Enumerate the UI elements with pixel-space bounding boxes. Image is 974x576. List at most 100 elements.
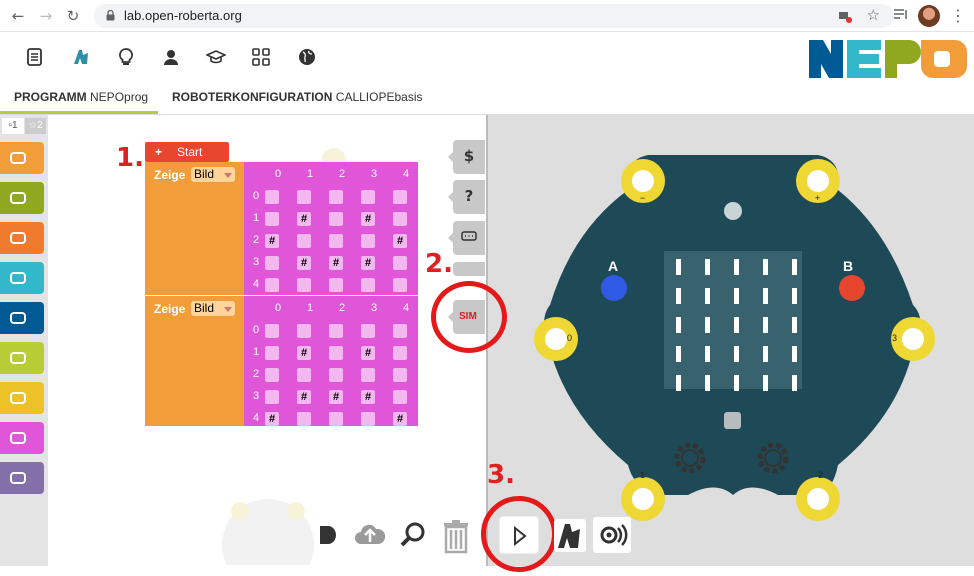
image-pixel-cell[interactable] [329, 412, 343, 426]
back-icon[interactable]: ← [8, 6, 28, 26]
image-pixel-cell[interactable] [265, 190, 279, 204]
image-pixel-cell[interactable] [265, 324, 279, 338]
led-pixel [676, 288, 681, 304]
toolbox-category-text[interactable] [0, 342, 44, 374]
image-dropdown[interactable]: Bild [191, 167, 235, 182]
image-pixel-cell[interactable] [393, 368, 407, 382]
start-plus-icon[interactable]: + [155, 142, 162, 162]
image-pixel-cell[interactable] [265, 212, 279, 226]
media-icon[interactable] [893, 8, 909, 22]
image-pixel-cell[interactable]: # [265, 234, 279, 248]
image-pixel-cell[interactable] [265, 368, 279, 382]
image-pixel-cell[interactable] [265, 256, 279, 270]
image-pixel-cell[interactable] [297, 190, 311, 204]
tutorial-grid-icon[interactable] [251, 47, 271, 67]
start-block[interactable]: + Start [145, 142, 229, 162]
image-pixel-cell[interactable] [361, 324, 375, 338]
browser-menu-icon[interactable]: ⋮ [950, 6, 966, 25]
image-pixel-cell[interactable] [329, 346, 343, 360]
extra-button[interactable] [453, 262, 485, 276]
image-pixel-cell[interactable] [297, 234, 311, 248]
toolbox-category-control[interactable] [0, 222, 44, 254]
image-pixel-cell[interactable] [297, 412, 311, 426]
toolbox-level-2-tab[interactable]: ☆2 [25, 118, 46, 134]
image-pixel-cell[interactable]: # [297, 346, 311, 360]
image-pixel-cell[interactable] [329, 234, 343, 248]
show-image-block-1[interactable]: Zeige Bild [145, 162, 245, 295]
run-on-robot-icon[interactable] [318, 516, 338, 554]
toolbox-category-messages[interactable] [0, 462, 44, 494]
profile-avatar[interactable] [918, 5, 940, 27]
toolbox-category-action[interactable] [0, 142, 44, 174]
image-pixel-cell[interactable]: # [361, 390, 375, 404]
gallery-graduation-icon[interactable] [206, 47, 226, 67]
image-pixel-cell[interactable] [393, 212, 407, 226]
cloud-upload-icon[interactable] [354, 516, 386, 554]
led-pixel [676, 375, 681, 391]
image-pixel-cell[interactable]: # [361, 212, 375, 226]
image-pixel-cell[interactable] [361, 278, 375, 292]
camera-blocked-icon[interactable] [838, 9, 852, 23]
reload-icon[interactable]: ↻ [63, 6, 83, 26]
image-pixel-cell[interactable] [329, 190, 343, 204]
toolbox-category-logic[interactable] [0, 262, 44, 294]
zoom-search-icon[interactable] [398, 516, 428, 554]
toolbox-level-1-tab[interactable]: ▫1 [2, 118, 24, 134]
user-icon[interactable] [161, 47, 181, 67]
image-dropdown[interactable]: Bild [191, 301, 235, 316]
image-pixel-cell[interactable] [329, 368, 343, 382]
image-pixel-cell[interactable] [265, 390, 279, 404]
image-pixel-cell[interactable]: # [393, 412, 407, 426]
sim-play-button[interactable] [499, 516, 539, 554]
image-pixel-cell[interactable]: # [265, 412, 279, 426]
image-pixel-cell[interactable]: # [361, 346, 375, 360]
toolbox-category-colours[interactable] [0, 382, 44, 414]
toolbox-category-images[interactable] [0, 422, 44, 454]
address-bar[interactable]: lab.open-roberta.org ☆ [94, 4, 894, 28]
image-pixel-cell[interactable] [361, 412, 375, 426]
sim-sensor-icon[interactable] [593, 516, 631, 554]
pin-3-label: 3 [892, 333, 898, 343]
image-pixel-cell[interactable]: # [297, 256, 311, 270]
image-pixel-cell[interactable] [361, 190, 375, 204]
help-button[interactable]: ? [448, 180, 485, 214]
show-code-button[interactable]: $ [448, 140, 485, 174]
image-pixel-cell[interactable] [393, 278, 407, 292]
toolbox-category-math[interactable] [0, 302, 44, 334]
tab-program[interactable]: PROGRAMM NEPOprog [14, 90, 148, 104]
bookmark-star-icon[interactable]: ☆ [867, 6, 880, 24]
robot-menu-icon[interactable] [71, 47, 91, 67]
image-pixel-cell[interactable]: # [361, 256, 375, 270]
image-pixel-cell[interactable] [329, 212, 343, 226]
program-menu-icon[interactable] [25, 47, 45, 67]
image-pixel-cell[interactable] [361, 368, 375, 382]
sim-scene-icon[interactable] [553, 516, 587, 554]
tab-robot-config[interactable]: ROBOTERKONFIGURATION CALLIOPEbasis [172, 90, 423, 104]
image-pixel-cell[interactable] [265, 346, 279, 360]
image-pixel-cell[interactable]: # [297, 212, 311, 226]
trash-icon[interactable] [440, 516, 472, 554]
image-pixel-cell[interactable]: # [393, 234, 407, 248]
image-pixel-cell[interactable] [393, 390, 407, 404]
image-pixel-cell[interactable] [329, 278, 343, 292]
image-pixel-cell[interactable] [361, 234, 375, 248]
image-pixel-cell[interactable] [393, 346, 407, 360]
image-pixel-cell[interactable] [329, 324, 343, 338]
image-pixel-cell[interactable] [265, 278, 279, 292]
image-pixel-cell[interactable] [297, 368, 311, 382]
toolbox-category-sensors[interactable] [0, 182, 44, 214]
language-globe-icon[interactable] [297, 47, 317, 67]
image-pixel-cell[interactable] [393, 256, 407, 270]
image-pixel-cell[interactable]: # [329, 390, 343, 404]
image-pixel-cell[interactable] [297, 324, 311, 338]
image-pixel-cell[interactable]: # [297, 390, 311, 404]
image-pixel-cell[interactable] [393, 190, 407, 204]
help-lightbulb-icon[interactable] [116, 47, 136, 67]
comment-button[interactable] [448, 221, 485, 255]
image-pixel-cell[interactable] [393, 324, 407, 338]
image-pixel-cell[interactable] [297, 278, 311, 292]
show-image-block-2[interactable]: Zeige Bild [145, 296, 245, 426]
image-pixel-cell[interactable]: # [329, 256, 343, 270]
forward-icon[interactable]: → [36, 6, 56, 26]
led-pixel [676, 317, 681, 333]
